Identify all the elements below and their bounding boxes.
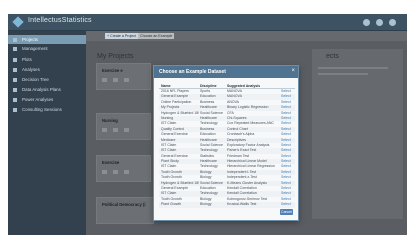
user-icon[interactable]	[389, 19, 396, 26]
dataset-discipline: Biology	[200, 202, 212, 207]
dataset-analysis: Kruskal-Wallis Test	[227, 202, 257, 207]
page-title: My Projects	[97, 53, 134, 60]
sidebar-item-management[interactable]: Management	[8, 44, 86, 53]
select-link[interactable]: Select	[281, 202, 295, 207]
cancel-button[interactable]: Cancel	[280, 209, 293, 215]
example-dataset-dialog: Choose an Example Dataset × Name Discipl…	[153, 65, 299, 221]
project-card[interactable]: Political Democracy (i	[96, 197, 154, 224]
project-card[interactable]: Nursing	[96, 113, 151, 140]
settings-icon[interactable]	[363, 19, 370, 26]
sidebar-item-consulting-sessions[interactable]: Consulting Sessions	[8, 105, 86, 114]
top-bar: IntellectusStatistics	[8, 14, 407, 31]
folder-icon	[13, 37, 17, 42]
sidebar: Projects Management Plots Analyses Decis…	[8, 31, 86, 235]
table-body: 2016 NFL Players Sports MANOVA Select Genera…	[159, 89, 295, 208]
sidebar-item-projects[interactable]: Projects	[8, 35, 86, 44]
logo-icon	[12, 16, 24, 28]
app-brand: IntellectusStatistics	[28, 17, 92, 24]
plan-icon	[13, 87, 17, 92]
tree-icon	[13, 77, 17, 82]
choose-example-button[interactable]: Choose an Example	[138, 33, 175, 39]
help-icon[interactable]	[376, 19, 383, 26]
open-icon[interactable]	[102, 128, 107, 132]
sidebar-item-analyses[interactable]: Analyses	[8, 65, 86, 74]
delete-icon[interactable]	[124, 78, 129, 82]
sidebar-item-decision-tree[interactable]: Decision Tree	[8, 75, 86, 84]
right-panel	[312, 49, 403, 219]
sidebar-item-power-analyses[interactable]: Power Analyses	[8, 95, 86, 104]
sidebar-item-plots[interactable]: Plots	[8, 55, 86, 64]
chart-icon	[13, 57, 17, 62]
open-icon[interactable]	[102, 78, 107, 82]
create-project-button[interactable]: + Create a Project	[105, 33, 139, 39]
table-row[interactable]: Plant Growth Biology Kruskal-Wallis Test Se…	[159, 202, 295, 208]
share-icon[interactable]	[113, 78, 118, 82]
sidebar-item-data-analysis-plans[interactable]: Data Analysis Plans	[8, 85, 86, 94]
close-icon[interactable]: ×	[291, 68, 295, 75]
app-window: IntellectusStatistics Projects Managemen…	[8, 14, 407, 235]
share-icon[interactable]	[113, 128, 118, 132]
project-toolbar: + Create a Project Choose an Example	[86, 31, 407, 41]
dataset-table: Name Discipline Suggested Analysis 2016 …	[159, 83, 295, 208]
dialog-header: Choose an Example Dataset ×	[154, 66, 298, 78]
grid-icon	[13, 46, 17, 51]
analysis-icon	[13, 67, 17, 72]
right-panel-title: ects	[326, 53, 339, 60]
dialog-title: Choose an Example Dataset	[159, 69, 226, 75]
open-icon[interactable]	[102, 170, 107, 174]
delete-icon[interactable]	[124, 170, 129, 174]
power-icon	[13, 97, 17, 102]
delete-icon[interactable]	[124, 128, 129, 132]
share-icon[interactable]	[113, 170, 118, 174]
dataset-name: Plant Growth	[161, 202, 182, 207]
chat-icon	[13, 107, 17, 112]
project-card[interactable]: Exercise e	[96, 63, 151, 90]
project-card[interactable]: Exercise	[96, 155, 151, 182]
